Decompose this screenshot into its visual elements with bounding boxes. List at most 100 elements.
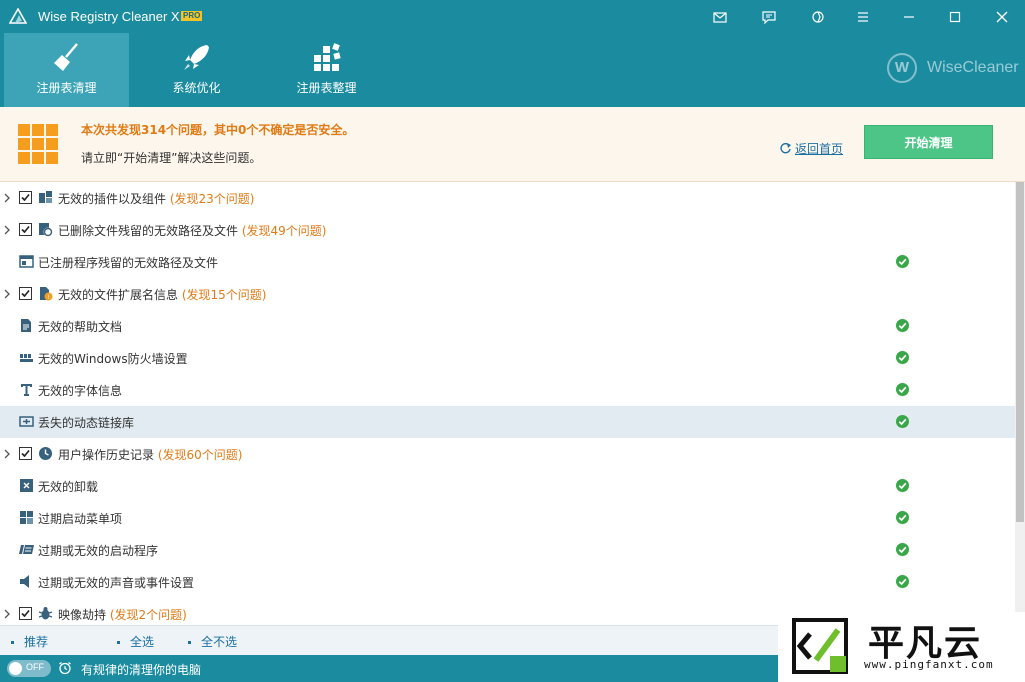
toggle-state-label: OFF [26,662,44,672]
schedule-toggle[interactable]: OFF [7,660,51,677]
ok-check-icon [896,383,909,396]
file-extension-icon: ! [40,287,53,301]
checkmark-icon [21,193,30,202]
list-item[interactable]: 过期启动菜单项 [0,502,1015,534]
tab-label: 注册表整理 [296,81,357,95]
item-label: 已注册程序残留的无效路径及文件 [38,256,219,270]
item-label: 用户操作历史记录 (发现60个问题) [58,448,243,462]
skin-button[interactable] [795,0,841,33]
start-clean-button[interactable]: 开始清理 [864,125,993,159]
item-issue-count: (发现2个问题) [109,608,187,622]
list-item[interactable]: 无效的帮助文档 [0,310,1015,342]
list-scrollbar[interactable] [1015,182,1025,625]
expand-chevron-icon[interactable] [3,609,11,619]
pro-badge: PRO [181,11,203,21]
feedback-button[interactable] [746,0,792,33]
result-grid-icon [18,124,58,164]
item-checkbox[interactable] [19,607,32,620]
ok-check-icon [896,255,909,268]
maximize-icon [949,11,961,22]
brand-text: WiseCleaner [927,59,1019,76]
minimize-icon [904,15,914,18]
item-checkbox[interactable] [19,223,32,236]
minimize-button[interactable] [886,0,932,33]
dll-icon [19,416,34,427]
maximize-button[interactable] [932,0,978,33]
tab-registry-defrag[interactable]: 注册表整理 [264,33,389,107]
close-button[interactable] [979,0,1025,33]
alarm-clock-icon [59,662,71,675]
scrollbar-thumb[interactable] [1016,182,1024,522]
item-label: 丢失的动态链接库 [38,416,135,430]
item-checkbox[interactable] [19,287,32,300]
svg-text:!: ! [47,294,49,301]
recommend-link[interactable]: 推荐 [11,633,48,650]
help-document-icon [21,319,31,332]
checkmark-icon [21,225,30,234]
back-to-home-link[interactable]: 返回首页 [779,140,843,157]
ok-check-icon [896,511,909,524]
expand-chevron-icon[interactable] [3,449,11,459]
list-item[interactable]: 用户操作历史记录 (发现60个问题) [0,438,1015,470]
tab-system-optimize[interactable]: 系统优化 [134,33,259,107]
firewall-icon [20,354,33,362]
list-item[interactable]: 已注册程序残留的无效路径及文件 [0,246,1015,278]
item-checkbox[interactable] [19,447,32,460]
ok-check-icon [896,351,909,364]
mail-icon [713,11,727,23]
list-item[interactable]: 无效的卸载 [0,470,1015,502]
main-nav: 注册表清理 系统优化 注册表整理 W WiseCleaner [0,33,1025,107]
history-clock-icon [39,447,52,460]
item-label: 无效的帮助文档 [38,320,123,334]
result-subtext: 请立即“开始清理”解决这些问题。 [81,151,262,165]
startup-program-icon [19,545,34,554]
title-bar: Wise Registry Cleaner X PRO [0,0,1025,33]
menu-icon [858,11,868,22]
skin-icon [812,10,824,23]
ok-check-icon [896,415,909,428]
checkmark-icon [21,449,30,458]
mail-button[interactable] [697,0,743,33]
toggle-knob [9,662,22,675]
result-headline: 本次共发现314个问题，其中0个不确定是否安全。 [81,123,355,137]
sound-icon [20,575,29,588]
expand-chevron-icon[interactable] [3,225,11,235]
list-item[interactable]: 无效的字体信息 [0,374,1015,406]
plugin-icon [39,191,52,203]
menu-button[interactable] [840,0,886,33]
list-item[interactable]: 已删除文件残留的无效路径及文件 (发现49个问题) [0,214,1015,246]
list-item[interactable]: ! 无效的文件扩展名信息 (发现15个问题) [0,278,1015,310]
tab-label: 注册表清理 [36,81,97,95]
deleted-file-icon [39,223,53,237]
start-menu-icon [20,511,33,524]
ok-check-icon [896,543,909,556]
item-label: 无效的文件扩展名信息 (发现15个问题) [58,288,267,302]
broom-icon [53,43,78,71]
expand-chevron-icon[interactable] [3,193,11,203]
item-checkbox[interactable] [19,191,32,204]
list-item[interactable]: 无效的Windows防火墙设置 [0,342,1015,374]
ok-check-icon [896,479,909,492]
select-none-link[interactable]: 全不选 [188,633,237,650]
item-label: 映像劫持 (发现2个问题) [58,608,187,622]
app-logo-icon [9,8,27,24]
expand-chevron-icon[interactable] [3,289,11,299]
list-item[interactable]: 过期或无效的启动程序 [0,534,1015,566]
bug-icon [38,607,53,620]
list-item[interactable]: 丢失的动态链接库 [0,406,1015,438]
list-item[interactable]: 无效的插件以及组件 (发现23个问题) [0,182,1015,214]
item-label: 过期启动菜单项 [38,512,123,526]
select-all-link[interactable]: 全选 [117,633,154,650]
rocket-icon [183,45,209,70]
item-label: 过期或无效的启动程序 [38,544,159,558]
feedback-icon [762,10,776,24]
list-item[interactable]: 过期或无效的声音或事件设置 [0,566,1015,598]
ok-check-icon [896,319,909,332]
tab-registry-cleaner[interactable]: 注册表清理 [4,33,129,107]
program-window-icon [19,255,34,268]
close-icon [996,11,1008,22]
item-label: 过期或无效的声音或事件设置 [38,576,195,590]
watermark-url: www.pingfanxt.com [864,658,994,671]
tab-label: 系统优化 [172,81,221,95]
schedule-text: 有规律的清理你的电脑 [81,663,202,677]
